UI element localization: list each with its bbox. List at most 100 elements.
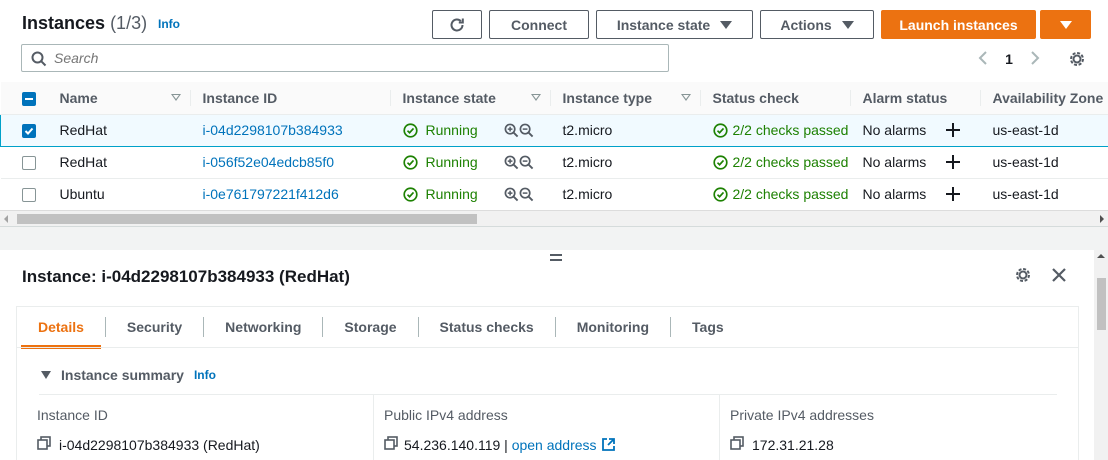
instance-id-link[interactable]: i-056f52e04edcb85f0	[190, 146, 391, 179]
zoom-in-icon[interactable]	[504, 155, 519, 170]
tab-details[interactable]: Details	[17, 317, 106, 349]
scroll-up-arrow[interactable]	[1097, 254, 1105, 258]
alarm-text: No alarms	[862, 186, 927, 202]
row-checkbox[interactable]	[21, 188, 36, 203]
tab-security[interactable]: Security	[106, 317, 205, 337]
copy-button[interactable]	[730, 436, 744, 453]
copy-button[interactable]	[384, 436, 398, 453]
gear-icon	[1016, 268, 1030, 282]
col-header-instance-type[interactable]: Instance type	[550, 82, 701, 115]
status-check-text: 2/2 checks passed	[732, 154, 849, 170]
instance-summary-toggle[interactable]: Instance summary Info	[41, 367, 216, 383]
row-checkbox[interactable]	[21, 156, 36, 171]
scroll-right-arrow[interactable]	[1100, 215, 1104, 223]
table-header-row: Name Instance ID Instance state Instance…	[0, 82, 1108, 115]
scrollbar-thumb[interactable]	[17, 214, 477, 224]
tab-monitoring[interactable]: Monitoring	[556, 317, 672, 337]
caret-down-icon	[1059, 20, 1072, 29]
instance-id-link[interactable]: i-0e761797221f412d6	[190, 178, 391, 211]
col-header-name-label: Name	[59, 89, 98, 106]
cell-name: Ubuntu	[47, 178, 191, 211]
select-all-checkbox[interactable]	[21, 91, 36, 106]
cell-status-check: 2/2 checks passed	[700, 178, 851, 211]
tab-networking[interactable]: Networking	[204, 317, 324, 337]
row-checkbox[interactable]	[22, 124, 36, 139]
page-title: Instances (1/3)	[22, 13, 147, 34]
col-header-name[interactable]: Name	[47, 82, 191, 115]
drag-handle-line	[550, 254, 562, 256]
state-filter-controls	[504, 187, 534, 202]
caret-down-icon	[841, 20, 854, 29]
scrollbar-thumb[interactable]	[1097, 278, 1106, 330]
instance-state-dropdown[interactable]: Instance state	[596, 10, 753, 39]
instance-id-link[interactable]: i-04d2298107b384933	[190, 113, 391, 147]
search-box[interactable]	[21, 44, 669, 72]
horizontal-scrollbar[interactable]	[0, 210, 1108, 226]
tab-status-checks[interactable]: Status checks	[419, 317, 556, 337]
actions-dropdown[interactable]: Actions	[760, 10, 874, 39]
close-icon	[1052, 268, 1066, 282]
copy-icon	[730, 436, 744, 450]
status-check-text: 2/2 checks passed	[732, 186, 849, 202]
zoom-out-icon[interactable]	[519, 123, 534, 138]
table-preferences-button[interactable]	[1068, 50, 1086, 71]
col-header-instance-id-label: Instance ID	[202, 89, 278, 106]
field-label: Private IPv4 addresses	[730, 407, 874, 423]
scroll-left-arrow[interactable]	[4, 215, 8, 223]
col-header-alarm-status[interactable]: Alarm status	[850, 82, 981, 115]
cell-name: RedHat	[47, 113, 191, 147]
previous-page-button[interactable]	[970, 50, 996, 68]
instance-summary-heading: Instance summary	[61, 367, 184, 383]
copy-icon	[37, 436, 51, 450]
copy-button[interactable]	[37, 436, 51, 453]
split-panel-divider	[0, 226, 1108, 250]
current-page[interactable]: 1	[996, 51, 1022, 67]
table-row[interactable]: RedHat i-04d2298107b384933 Running t2.micro…	[0, 113, 1108, 147]
connect-button[interactable]: Connect	[489, 10, 589, 39]
next-page-button[interactable]	[1022, 50, 1048, 68]
col-header-status-check[interactable]: Status check	[700, 82, 851, 115]
zoom-out-icon[interactable]	[519, 187, 534, 202]
table-row[interactable]: RedHat i-056f52e04edcb85f0 Running t2.micro…	[0, 146, 1108, 179]
tab-storage[interactable]: Storage	[323, 317, 419, 337]
check-circle-icon	[402, 186, 418, 202]
tab-tags[interactable]: Tags	[671, 317, 745, 337]
search-input[interactable]	[54, 49, 654, 67]
launch-options-dropdown[interactable]	[1040, 10, 1091, 39]
zoom-in-icon[interactable]	[504, 187, 519, 202]
table-body: RedHat i-04d2298107b384933 Running t2.micro…	[0, 113, 1108, 211]
sort-icon	[170, 94, 181, 101]
launch-instances-button[interactable]: Launch instances	[881, 10, 1036, 39]
col-header-availability-zone[interactable]: Availability Zone	[980, 82, 1108, 115]
refresh-button[interactable]	[432, 10, 482, 39]
col-header-instance-id[interactable]: Instance ID	[190, 82, 391, 115]
summary-info-link[interactable]: Info	[194, 368, 216, 382]
zoom-out-icon[interactable]	[519, 155, 534, 170]
plus-icon[interactable]	[946, 155, 961, 169]
cell-type: t2.micro	[550, 178, 701, 211]
plus-icon[interactable]	[946, 187, 961, 201]
zoom-in-icon[interactable]	[504, 123, 519, 138]
external-link-icon[interactable]	[601, 437, 616, 452]
cell-state: Running	[390, 146, 551, 179]
sort-icon	[530, 94, 541, 101]
vertical-scrollbar[interactable]	[1094, 250, 1108, 460]
close-panel-button[interactable]	[1050, 266, 1068, 287]
field-label: Public IPv4 address	[384, 407, 508, 423]
state-text: Running	[425, 122, 478, 138]
chevron-right-icon	[1031, 50, 1040, 65]
gear-icon	[1070, 52, 1084, 66]
separator: |	[504, 436, 508, 453]
detail-title: Instance: i-04d2298107b384933 (RedHat)	[22, 267, 350, 286]
page-title-text: Instances	[22, 13, 106, 33]
info-link[interactable]: Info	[158, 17, 180, 31]
panel-resize-handle[interactable]	[550, 254, 562, 262]
cell-az: us-east-1d	[980, 146, 1108, 179]
col-header-availability-zone-label: Availability Zone	[992, 89, 1104, 106]
open-address-link[interactable]: open address	[512, 437, 597, 453]
detail-preferences-button[interactable]	[1014, 266, 1032, 287]
plus-icon[interactable]	[946, 123, 961, 137]
col-header-instance-state[interactable]: Instance state	[390, 82, 551, 115]
row-select-cell	[0, 178, 48, 211]
table-row[interactable]: Ubuntu i-0e761797221f412d6 Running t2.micro…	[0, 178, 1108, 211]
